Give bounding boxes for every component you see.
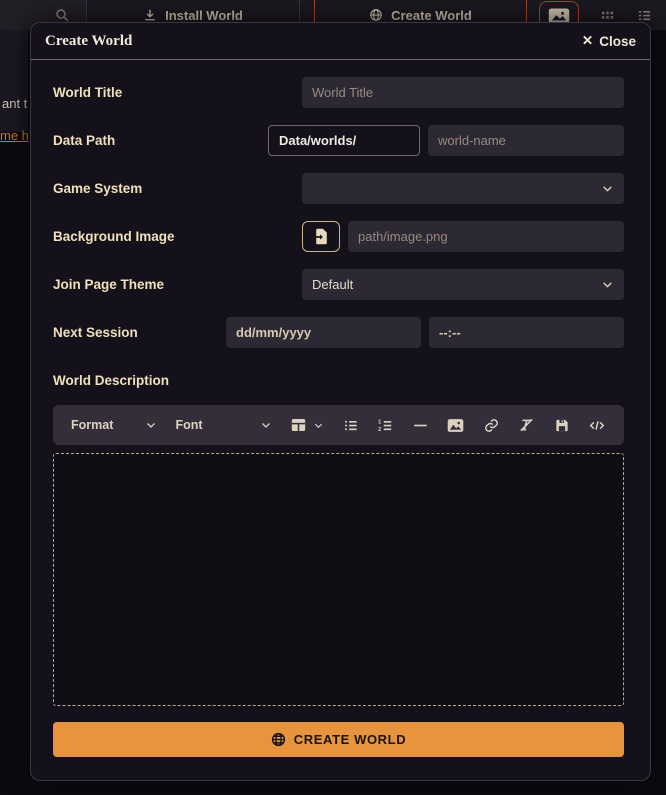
table-menu-button[interactable] xyxy=(290,417,324,433)
chevron-down-icon xyxy=(601,278,614,291)
globe-icon xyxy=(369,8,383,22)
join-theme-row: Join Page Theme Default xyxy=(53,269,624,300)
ordered-list-button[interactable]: 12 xyxy=(377,418,393,433)
create-world-submit-button[interactable]: CREATE WORLD xyxy=(53,722,624,757)
link-icon xyxy=(483,418,500,433)
chevron-down-icon xyxy=(313,420,324,431)
world-title-input[interactable] xyxy=(302,77,624,108)
background-image-label: Background Image xyxy=(53,229,302,244)
code-icon xyxy=(588,418,606,433)
ordered-list-icon: 12 xyxy=(377,418,393,433)
create-world-dialog: Create World ✕ Close World Title Data Pa… xyxy=(30,22,651,781)
editor-toolbar: Format Font 12 xyxy=(53,405,624,445)
game-system-label: Game System xyxy=(53,181,302,196)
world-description-label: World Description xyxy=(53,373,624,389)
data-path-label: Data Path xyxy=(53,133,268,148)
world-title-label: World Title xyxy=(53,85,302,100)
chevron-down-icon xyxy=(145,419,157,431)
clear-formatting-icon xyxy=(518,417,535,433)
file-picker-button[interactable] xyxy=(302,221,340,252)
data-path-prefix: Data/worlds/ xyxy=(268,125,420,156)
world-title-row: World Title xyxy=(53,77,624,108)
close-button[interactable]: ✕ Close xyxy=(582,33,636,49)
svg-text:2: 2 xyxy=(378,427,381,433)
game-system-select[interactable] xyxy=(302,173,624,204)
save-icon xyxy=(554,418,570,433)
insert-link-button[interactable] xyxy=(483,418,500,433)
background-image-input[interactable] xyxy=(348,221,624,252)
join-theme-select[interactable]: Default xyxy=(302,269,624,300)
search-icon[interactable] xyxy=(54,7,70,23)
source-code-button[interactable] xyxy=(588,418,606,433)
font-label: Font xyxy=(176,418,203,432)
join-theme-label: Join Page Theme xyxy=(53,277,302,292)
world-description-editor[interactable] xyxy=(53,453,624,706)
horizontal-rule-icon xyxy=(412,418,429,433)
file-import-icon xyxy=(314,228,329,245)
font-dropdown[interactable]: Font xyxy=(176,418,272,432)
background-link-fragment[interactable]: me h xyxy=(0,128,29,143)
svg-text:1: 1 xyxy=(378,419,381,425)
tab-install-label: Install World xyxy=(165,8,243,23)
tab-create-label: Create World xyxy=(391,8,472,23)
next-session-row: Next Session xyxy=(53,317,624,348)
background-text-fragment: ant t xyxy=(2,96,27,111)
chevron-down-icon xyxy=(260,419,272,431)
background-image-row: Background Image xyxy=(53,221,624,252)
list-view-toggle[interactable] xyxy=(636,8,653,23)
next-session-label: Next Session xyxy=(53,325,226,340)
save-button[interactable] xyxy=(554,418,570,433)
session-date-input[interactable] xyxy=(226,317,421,348)
globe-icon xyxy=(271,732,286,747)
submit-label: CREATE WORLD xyxy=(294,732,406,747)
image-icon xyxy=(447,418,464,433)
world-name-input[interactable] xyxy=(428,125,624,156)
grid-view-toggle[interactable] xyxy=(600,8,615,23)
horizontal-rule-button[interactable] xyxy=(412,418,429,433)
session-time-input[interactable] xyxy=(429,317,624,348)
chevron-down-icon xyxy=(601,182,614,195)
insert-image-button[interactable] xyxy=(447,418,464,433)
bullet-list-icon xyxy=(343,418,359,433)
data-path-row: Data Path Data/worlds/ xyxy=(53,125,624,156)
clear-formatting-button[interactable] xyxy=(518,417,535,433)
close-icon: ✕ xyxy=(582,33,593,49)
download-icon xyxy=(143,8,157,22)
dialog-title: Create World xyxy=(45,33,132,50)
table-icon xyxy=(290,417,307,433)
join-theme-value: Default xyxy=(312,277,353,292)
dialog-body: World Title Data Path Data/worlds/ Game … xyxy=(31,60,650,780)
close-label: Close xyxy=(599,34,636,49)
dialog-header: Create World ✕ Close xyxy=(31,23,650,60)
bullet-list-button[interactable] xyxy=(343,418,359,433)
format-label: Format xyxy=(71,418,113,432)
format-dropdown[interactable]: Format xyxy=(71,418,157,432)
game-system-row: Game System xyxy=(53,173,624,204)
